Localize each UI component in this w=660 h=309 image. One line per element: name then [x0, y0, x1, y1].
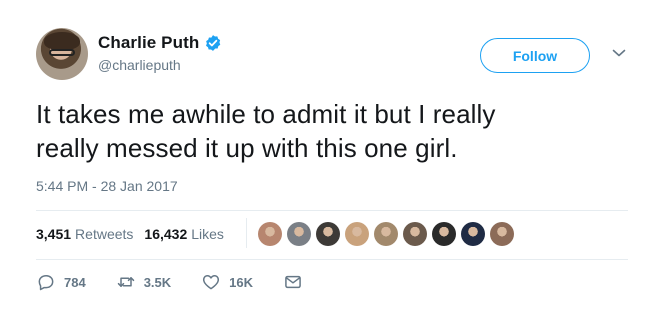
liker-avatar[interactable] — [461, 222, 485, 246]
liker-avatar[interactable] — [374, 222, 398, 246]
tweet-text: It takes me awhile to admit it but I rea… — [36, 97, 636, 165]
tweet-timestamp[interactable]: 5:44 PM - 28 Jan 2017 — [36, 178, 178, 194]
avatar-glasses — [49, 49, 75, 56]
stats-separator — [246, 218, 247, 248]
name-row: Charlie Puth — [98, 33, 222, 53]
retweet-count: 3.5K — [143, 274, 172, 290]
envelope-icon — [285, 275, 301, 289]
liker-avatar[interactable] — [316, 222, 340, 246]
retweets-stat[interactable]: 3,451 Retweets — [36, 226, 133, 242]
liker-avatars — [258, 222, 519, 246]
tweet-text-line: really messed it up with this one girl. — [36, 133, 458, 163]
direct-message-button[interactable] — [283, 272, 311, 292]
reply-icon — [38, 275, 54, 291]
liker-avatar[interactable] — [287, 222, 311, 246]
retweet-button[interactable]: 3.5K — [116, 272, 171, 292]
reply-button[interactable]: 784 — [36, 272, 86, 292]
liker-avatar[interactable] — [258, 222, 282, 246]
like-count: 16K — [229, 274, 254, 290]
tweet-text-line: It takes me awhile to admit it but I rea… — [36, 99, 496, 129]
avatar-hair — [44, 32, 80, 50]
liker-avatar[interactable] — [345, 222, 369, 246]
likes-label: Likes — [191, 226, 224, 242]
display-name[interactable]: Charlie Puth — [98, 33, 199, 53]
liker-avatar[interactable] — [432, 222, 456, 246]
profile-avatar[interactable] — [36, 28, 88, 80]
like-button[interactable]: 16K — [201, 272, 253, 292]
user-handle[interactable]: @charlieputh — [98, 57, 181, 73]
heart-icon — [203, 275, 220, 290]
reply-count: 784 — [64, 274, 86, 290]
liker-avatar[interactable] — [490, 222, 514, 246]
retweet-icon — [117, 277, 134, 287]
liker-avatar[interactable] — [403, 222, 427, 246]
verified-badge-icon — [206, 35, 221, 51]
retweets-label: Retweets — [75, 226, 134, 242]
likes-stat[interactable]: 16,432 Likes — [144, 226, 224, 242]
divider — [36, 259, 628, 260]
tweet-actions: 784 3.5K 16K — [36, 272, 341, 292]
tweet-stats: 3,451 Retweets 16,432 Likes — [36, 226, 224, 242]
chevron-down-icon[interactable] — [612, 48, 626, 58]
follow-button[interactable]: Follow — [480, 38, 590, 73]
divider — [36, 210, 628, 211]
retweets-count: 3,451 — [36, 226, 72, 242]
likes-count: 16,432 — [144, 226, 188, 242]
